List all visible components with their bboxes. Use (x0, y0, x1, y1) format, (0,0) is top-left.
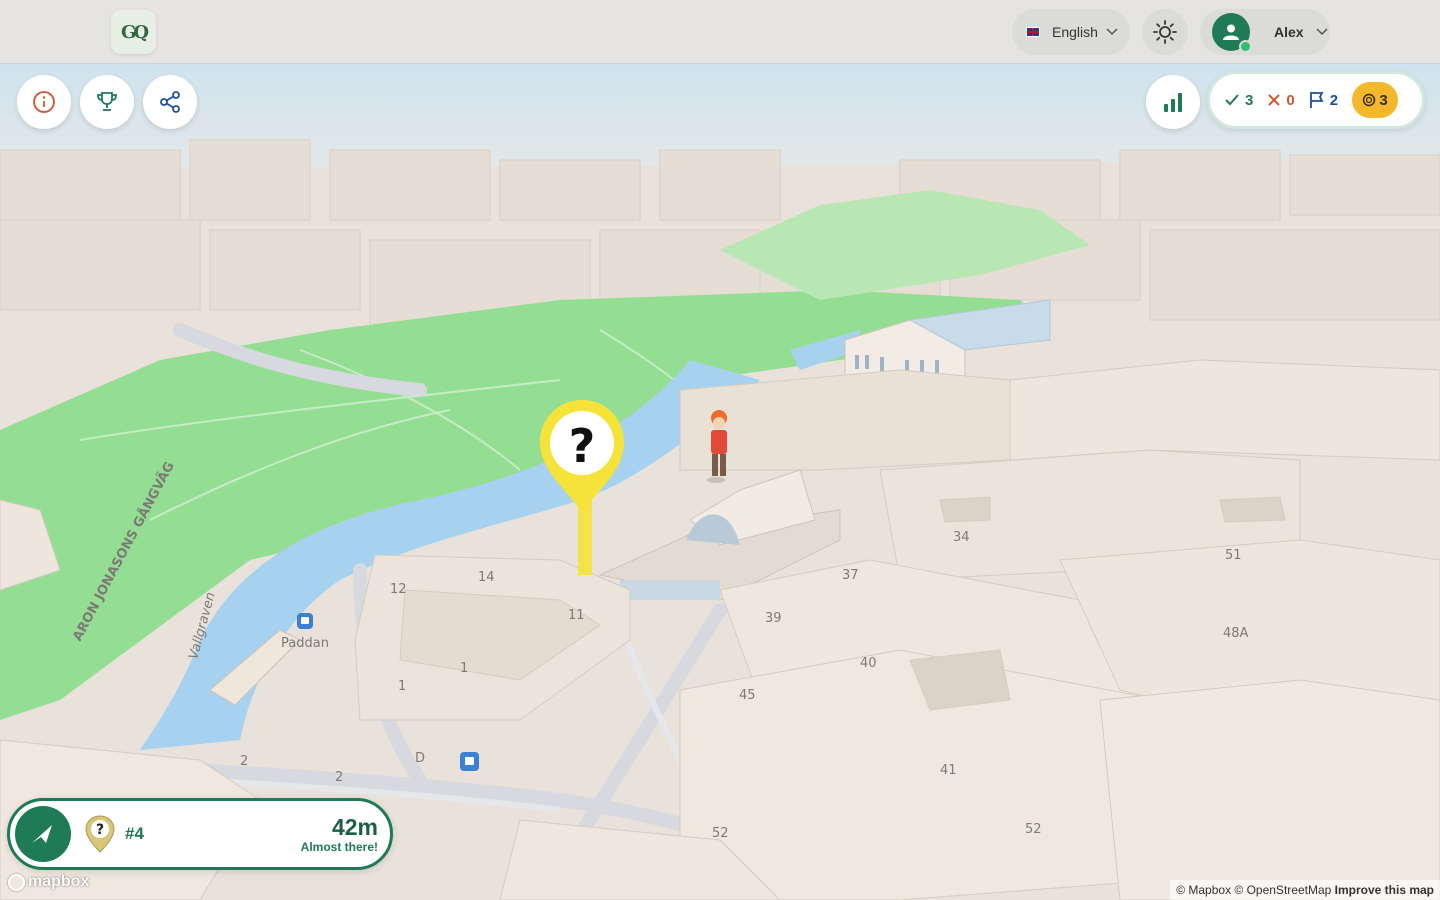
question-pin-icon: ? (85, 815, 115, 853)
address-2: 2 (240, 754, 248, 769)
online-status-dot (1239, 40, 1252, 53)
map-attribution: © Mapbox © OpenStreetMap Improve this ma… (1170, 880, 1440, 900)
flag-value: 2 (1329, 91, 1339, 109)
address-11: 11 (568, 608, 585, 623)
avatar (1212, 13, 1252, 53)
flag-count: 2 (1309, 91, 1338, 109)
stats-button[interactable] (1146, 75, 1200, 129)
chevron-down-icon (1106, 28, 1118, 36)
correct-value: 3 (1245, 91, 1254, 109)
leaderboard-button[interactable] (80, 75, 134, 129)
check-icon (1225, 94, 1239, 106)
mapbox-logo-text: mapbox (28, 873, 90, 890)
correct-count: 3 (1224, 92, 1253, 109)
target-number: #4 (125, 824, 144, 843)
foreground-buildings (679, 359, 1440, 900)
poi-label: Paddan (281, 636, 329, 651)
info-icon (33, 91, 55, 113)
address-39: 39 (765, 611, 782, 626)
wrong-value: 0 (1286, 91, 1295, 109)
share-icon (160, 91, 180, 113)
svg-text:?: ? (96, 822, 104, 838)
address-45: 45 (739, 688, 756, 703)
info-button[interactable] (17, 75, 71, 129)
user-name: Alex (1274, 24, 1304, 40)
distance-status: Almost there! (300, 840, 378, 854)
tram-line-d: D (415, 751, 425, 766)
logo-text: GQ (120, 21, 149, 43)
bus-stop-icon[interactable] (460, 752, 479, 771)
address-52: 52 (712, 826, 729, 841)
address-51: 51 (1225, 548, 1242, 563)
language-label: English (1052, 24, 1098, 40)
navigation-arrow-icon (32, 825, 52, 843)
address-41: 41 (940, 763, 957, 778)
distance-box: 42m Almost there! (301, 814, 378, 854)
recenter-button[interactable] (15, 806, 71, 862)
share-button[interactable] (143, 75, 197, 129)
coins-badge: 3 (1352, 82, 1399, 118)
address-14: 14 (478, 570, 495, 585)
address-48a: 48A (1223, 626, 1249, 641)
app-logo[interactable]: GQ (111, 10, 156, 54)
address-52b: 52 (1025, 822, 1042, 837)
top-header: GQ English Alex (0, 0, 1440, 64)
boat-stop-icon[interactable] (297, 613, 313, 629)
navigation-panel: ? #4 42m Almost there! (7, 798, 393, 870)
question-mark-icon: ? (569, 419, 596, 473)
sun-icon (1153, 20, 1177, 44)
address-2b: 2 (335, 770, 343, 785)
trophy-icon (97, 92, 117, 111)
improve-map-link[interactable]: Improve this map (1335, 883, 1434, 897)
close-icon (1268, 94, 1281, 106)
wrong-count: 0 (1267, 91, 1295, 109)
flag-icon (1309, 92, 1324, 108)
address-12: 12 (390, 582, 407, 597)
language-selector[interactable]: English (1012, 9, 1130, 55)
theme-toggle-button[interactable] (1142, 9, 1188, 55)
score-bar: 3 0 2 3 (1207, 71, 1425, 129)
coin-icon (1363, 93, 1376, 107)
distance-value: 42m (331, 814, 378, 840)
coins-value: 3 (1379, 91, 1388, 109)
address-1b: 1 (398, 679, 406, 694)
map-view[interactable]: ARON JONASONS GÅNGVÄG Vallgraven Paddan … (0, 0, 1440, 900)
address-34: 34 (953, 530, 970, 545)
chevron-down-icon (1316, 28, 1328, 36)
address-1: 1 (460, 661, 468, 676)
user-icon (1223, 24, 1239, 40)
mapbox-logo-icon (8, 873, 25, 891)
uk-flag-icon (1026, 27, 1040, 37)
address-40: 40 (860, 656, 877, 671)
user-menu-button[interactable]: Alex (1200, 9, 1330, 55)
address-37: 37 (842, 568, 859, 583)
attribution-text[interactable]: © Mapbox © OpenStreetMap (1176, 883, 1331, 897)
bar-chart-icon (1164, 93, 1182, 112)
mapbox-logo[interactable]: mapbox (8, 873, 89, 891)
